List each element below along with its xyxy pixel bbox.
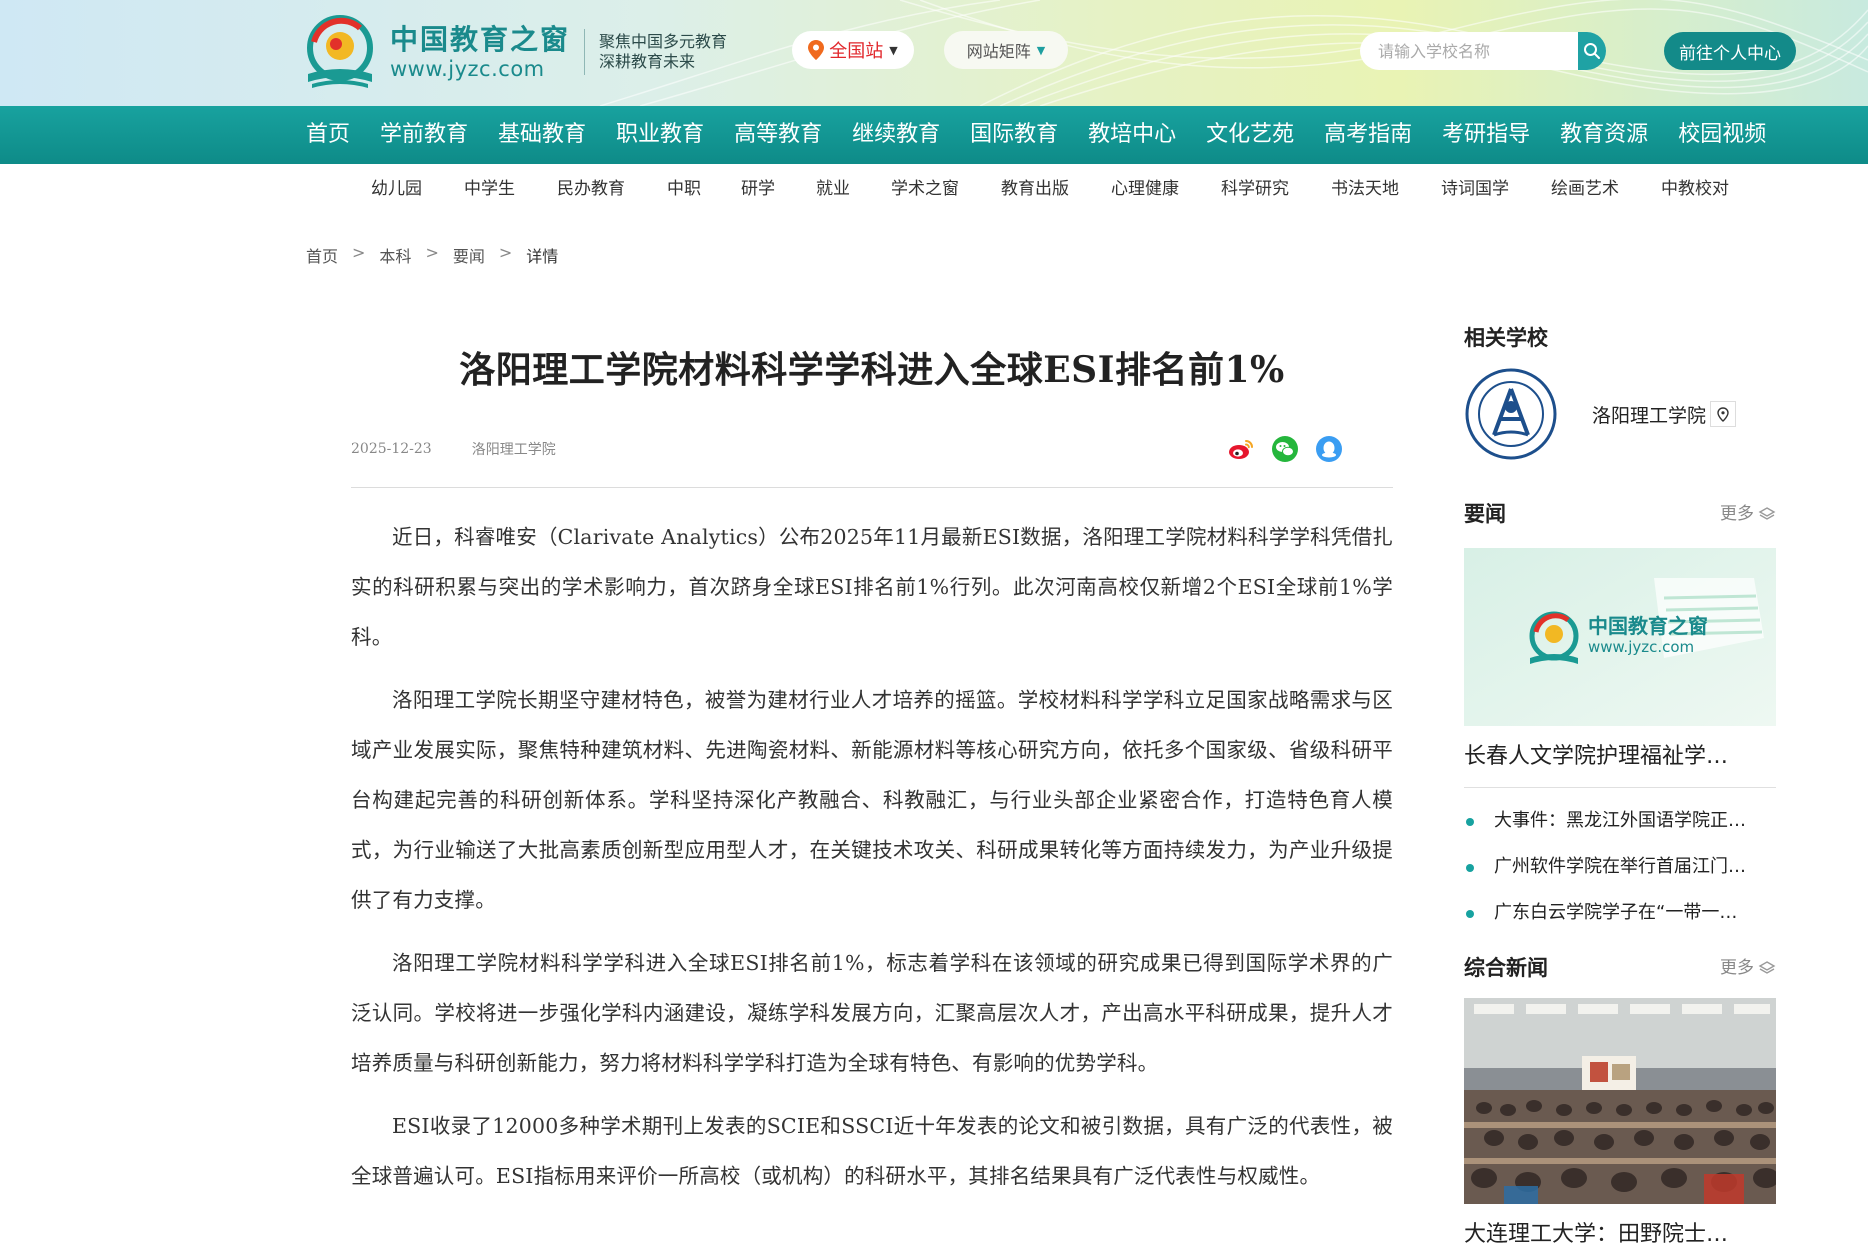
news-more-link[interactable]: 更多 — [1720, 494, 1776, 534]
slogan: 聚焦中国多元教育 深耕教育未来 — [599, 32, 727, 72]
main-nav-item[interactable]: 职业教育 — [616, 106, 704, 164]
breadcrumb-home[interactable]: 首页 — [306, 243, 338, 267]
qq-icon[interactable] — [1315, 435, 1343, 463]
breadcrumb-item[interactable]: 本科 — [379, 243, 411, 267]
article-meta: 2025-12-23 洛阳理工学院 — [351, 410, 1393, 488]
breadcrumb: 首页 > 本科 > 要闻 > 详情 — [306, 243, 558, 267]
site-logo[interactable]: 中国教育之窗 www.jyzc.com 聚焦中国多元教育 深耕教育未来 — [300, 12, 727, 92]
sub-nav-item[interactable]: 科学研究 — [1221, 164, 1331, 214]
site-matrix-dropdown[interactable]: 网站矩阵 ▼ — [944, 31, 1068, 69]
location-pin-icon — [808, 40, 825, 60]
sub-nav-item[interactable]: 绘画艺术 — [1551, 164, 1661, 214]
main-nav-item[interactable]: 校园视频 — [1678, 106, 1766, 164]
general-news-section-heading: 综合新闻 更多 — [1464, 948, 1776, 988]
main-nav-item[interactable]: 继续教育 — [852, 106, 940, 164]
article-source: 洛阳理工学院 — [471, 442, 556, 458]
site-selector-label: 全国站 — [829, 41, 884, 62]
sub-nav: 幼儿园 中学生 民办教育 中职 研学 就业 学术之窗 教育出版 心理健康 科学研… — [0, 164, 1868, 214]
main-nav-item[interactable]: 教培中心 — [1088, 106, 1176, 164]
more-label: 更多 — [1720, 958, 1754, 978]
school-search — [1360, 32, 1606, 70]
breadcrumb-separator: > — [352, 243, 366, 262]
main-nav-item[interactable]: 学前教育 — [380, 106, 468, 164]
placeholder-logo-url: www.jyzc.com — [1588, 638, 1695, 656]
breadcrumb-separator: > — [425, 243, 439, 262]
logo-url: www.jyzc.com — [390, 57, 545, 81]
slogan-line-1: 聚焦中国多元教育 — [599, 32, 728, 51]
placeholder-logo-cn: 中国教育之窗 — [1588, 614, 1708, 638]
main-nav-item[interactable]: 文化艺苑 — [1206, 106, 1294, 164]
news-heading: 要闻 — [1464, 502, 1506, 526]
sidebar: 相关学校 洛阳理工学院 要闻 更多 中国教育之窗 www.jyzc.com 长春… — [1464, 318, 1776, 1246]
related-school[interactable]: 洛阳理工学院 — [1464, 366, 1776, 462]
feature-news-title[interactable]: 长春人文学院护理福祉学… — [1464, 726, 1776, 788]
main-nav-item[interactable]: 高等教育 — [734, 106, 822, 164]
sub-nav-item[interactable]: 教育出版 — [1001, 164, 1111, 214]
news-list: 大事件：黑龙江外国语学院正… 广州软件学院在举行首届江门… 广东白云学院学子在“… — [1464, 798, 1776, 936]
weibo-icon[interactable] — [1227, 435, 1255, 463]
wechat-icon[interactable] — [1271, 435, 1299, 463]
sub-nav-item[interactable]: 幼儿园 — [371, 164, 464, 214]
related-school-heading: 相关学校 — [1464, 326, 1548, 350]
main-nav-item[interactable]: 首页 — [306, 106, 350, 164]
lecture-hall-photo — [1464, 998, 1776, 1204]
sub-nav-item[interactable]: 就业 — [816, 164, 891, 214]
sub-nav-item[interactable]: 研学 — [741, 164, 816, 214]
main-nav-item[interactable]: 高考指南 — [1324, 106, 1412, 164]
sub-nav-item[interactable]: 书法天地 — [1331, 164, 1441, 214]
sub-nav-item[interactable]: 中学生 — [464, 164, 557, 214]
general-more-link[interactable]: 更多 — [1720, 948, 1776, 988]
site-selector-dropdown[interactable]: 全国站 ▼ — [792, 31, 914, 69]
article-paragraph: 洛阳理工学院材料科学学科进入全球ESI排名前1%，标志着学科在该领域的研究成果已… — [351, 951, 1393, 1075]
caret-down-icon: ▼ — [1036, 43, 1046, 57]
list-item[interactable]: 大事件：黑龙江外国语学院正… — [1464, 798, 1776, 844]
general-news-title[interactable]: 大连理工大学：田野院士… — [1464, 1204, 1776, 1246]
main-nav: 首页 学前教育 基础教育 职业教育 高等教育 继续教育 国际教育 教培中心 文化… — [0, 106, 1868, 164]
main-nav-item[interactable]: 国际教育 — [970, 106, 1058, 164]
search-icon — [1584, 43, 1600, 59]
layers-icon — [1758, 961, 1776, 974]
news-section-heading: 要闻 更多 — [1464, 494, 1776, 534]
logo-title: 中国教育之窗 — [390, 23, 571, 56]
user-center-button[interactable]: 前往个人中心 — [1664, 32, 1796, 70]
article-paragraph: ESI收录了12000多种学术期刊上发表的SCIE和SSCI近十年发表的论文和被… — [351, 1114, 1393, 1188]
general-news-heading: 综合新闻 — [1464, 956, 1548, 980]
header-banner: 中国教育之窗 www.jyzc.com 聚焦中国多元教育 深耕教育未来 全国站 … — [0, 0, 1868, 106]
list-item[interactable]: 广州软件学院在举行首届江门… — [1464, 844, 1776, 890]
sub-nav-item[interactable]: 民办教育 — [557, 164, 667, 214]
sub-nav-item[interactable]: 学术之窗 — [891, 164, 1001, 214]
general-news-image[interactable] — [1464, 998, 1776, 1204]
article-body: 近日，科睿唯安（Clarivate Analytics）公布2025年11月最新… — [351, 512, 1393, 1201]
school-seal-icon — [1465, 368, 1557, 460]
logo-mark-icon — [307, 15, 373, 88]
more-label: 更多 — [1720, 504, 1754, 524]
breadcrumb-current: 详情 — [526, 247, 559, 266]
main-nav-item[interactable]: 考研指导 — [1442, 106, 1530, 164]
school-name: 洛阳理工学院 — [1592, 404, 1707, 427]
feature-news-image[interactable]: 中国教育之窗 www.jyzc.com — [1464, 548, 1776, 726]
article-paragraph: 洛阳理工学院长期坚守建材特色，被誉为建材行业人才培养的摇篮。学校材料科学学科立足… — [351, 688, 1393, 912]
caret-down-icon: ▼ — [889, 43, 898, 57]
breadcrumb-separator: > — [498, 243, 513, 262]
breadcrumb-item[interactable]: 要闻 — [453, 243, 485, 267]
article: 洛阳理工学院材料科学学科进入全球ESI排名前1% 2025-12-23 洛阳理工… — [351, 330, 1393, 1214]
sub-nav-item[interactable]: 中职 — [667, 164, 741, 214]
main-nav-item[interactable]: 基础教育 — [498, 106, 586, 164]
main-nav-item[interactable]: 教育资源 — [1560, 106, 1648, 164]
location-icon[interactable] — [1710, 401, 1737, 427]
sub-nav-item[interactable]: 中教校对 — [1661, 164, 1741, 214]
share-bar — [1211, 410, 1343, 488]
layers-icon — [1758, 507, 1776, 520]
sub-nav-item[interactable]: 心理健康 — [1111, 164, 1221, 214]
article-title: 洛阳理工学院材料科学学科进入全球ESI排名前1% — [459, 349, 1285, 391]
article-paragraph: 近日，科睿唯安（Clarivate Analytics）公布2025年11月最新… — [351, 525, 1393, 649]
list-item[interactable]: 广东白云学院学子在“一带一… — [1464, 890, 1776, 936]
site-matrix-label: 网站矩阵 — [966, 42, 1031, 61]
sub-nav-item[interactable]: 诗词国学 — [1441, 164, 1551, 214]
slogan-line-2: 深耕教育未来 — [599, 52, 696, 71]
school-search-input[interactable] — [1360, 32, 1578, 70]
logo-divider — [584, 29, 586, 75]
article-date: 2025-12-23 — [351, 441, 432, 457]
